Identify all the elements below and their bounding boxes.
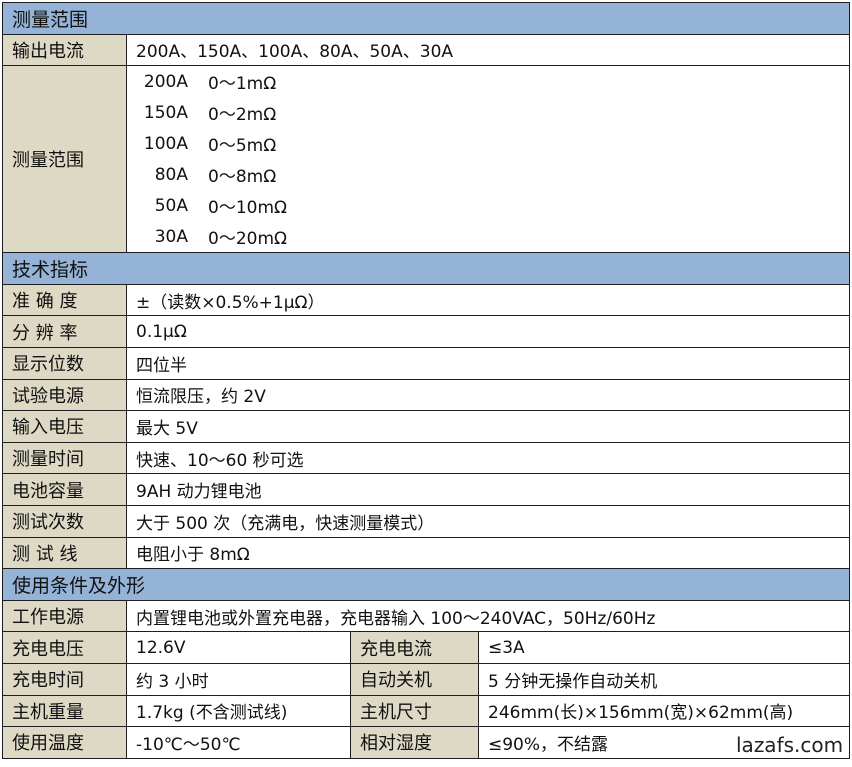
row-label: 充电电流 bbox=[350, 631, 479, 664]
row-label: 电池容量 bbox=[2, 473, 127, 506]
spec-table: 测量范围 输出电流 200A、150A、100A、80A、50A、30A 测量范… bbox=[1, 2, 851, 759]
row-value: ≤3A bbox=[477, 631, 851, 664]
row-label: 测量时间 bbox=[2, 441, 127, 475]
section-title: 技术指标 bbox=[1, 252, 851, 285]
table-row: 主机重量 1.7kg (不含测试线) 主机尺寸 246mm(长)×156mm(宽… bbox=[2, 694, 851, 728]
table-row: 电池容量 9AH 动力锂电池 bbox=[2, 473, 851, 506]
range-current: 50A bbox=[154, 195, 188, 216]
table-row: 显示位数 四位半 bbox=[2, 346, 851, 380]
row-value: 快速、10～60 秒可选 bbox=[125, 441, 851, 475]
range-item: 30A 0～20mΩ bbox=[136, 221, 849, 252]
row-label: 准 确 度 bbox=[2, 283, 127, 317]
table-row: 充电时间 约 3 小时 自动关机 5 分钟无操作自动关机 bbox=[2, 662, 851, 696]
row-value: ±（读数×0.5%+1μΩ） bbox=[125, 283, 851, 317]
row-label: 充电时间 bbox=[2, 662, 127, 696]
row-label: 测试次数 bbox=[2, 504, 127, 538]
row-label: 工作电源 bbox=[2, 599, 127, 633]
row-label: 主机尺寸 bbox=[350, 694, 479, 728]
range-value: 0～10mΩ bbox=[208, 198, 287, 219]
section-title: 测量范围 bbox=[1, 2, 851, 35]
table-row: 准 确 度 ±（读数×0.5%+1μΩ） bbox=[2, 283, 851, 317]
table-row: 输出电流 200A、150A、100A、80A、50A、30A bbox=[2, 33, 851, 67]
row-label: 充电电压 bbox=[2, 631, 127, 664]
row-value: 12.6V bbox=[126, 631, 351, 664]
range-list: 200A 0～1mΩ 150A 0～2mΩ 100A 0～5mΩ 80A 0～8mΩ 5… bbox=[125, 65, 851, 254]
row-label: 显示位数 bbox=[2, 346, 127, 380]
row-value: -10℃～50℃ bbox=[126, 726, 351, 759]
row-label: 自动关机 bbox=[350, 662, 479, 696]
row-value: 大于 500 次（充满电，快速测量模式） bbox=[125, 504, 851, 538]
range-current: 100A bbox=[143, 133, 188, 154]
row-value: 四位半 bbox=[125, 346, 851, 380]
range-item: 200A 0～1mΩ bbox=[136, 67, 849, 98]
row-label: 输出电流 bbox=[2, 33, 127, 67]
row-label: 主机重量 bbox=[2, 694, 127, 728]
row-value: 5 分钟无操作自动关机 bbox=[477, 662, 851, 696]
table-row: 工作电源 内置锂电池或外置充电器，充电器输入 100～240VAC，50Hz/6… bbox=[2, 599, 851, 633]
table-row: 测量时间 快速、10～60 秒可选 bbox=[2, 441, 851, 475]
row-value: 246mm(长)×156mm(宽)×62mm(高) bbox=[477, 694, 851, 728]
table-row: 测 试 线 电阻小于 8mΩ bbox=[2, 536, 851, 570]
range-current: 30A bbox=[154, 226, 188, 247]
range-current: 80A bbox=[154, 164, 188, 185]
section-conditions: 使用条件及外形 bbox=[1, 568, 851, 601]
range-item: 150A 0～2mΩ bbox=[136, 97, 849, 128]
row-value: 约 3 小时 bbox=[126, 662, 351, 696]
row-label: 使用温度 bbox=[2, 726, 127, 759]
row-label: 试验电源 bbox=[2, 378, 127, 412]
row-value: 0.1μΩ bbox=[125, 315, 851, 348]
table-row: 输入电压 最大 5V bbox=[2, 410, 851, 443]
range-item: 80A 0～8mΩ bbox=[136, 159, 849, 190]
row-label: 相对湿度 bbox=[350, 726, 479, 759]
row-label: 输入电压 bbox=[2, 410, 127, 443]
row-value: 1.7kg (不含测试线) bbox=[126, 694, 351, 728]
table-row: 试验电源 恒流限压，约 2V bbox=[2, 378, 851, 412]
table-row: 充电电压 12.6V 充电电流 ≤3A bbox=[2, 631, 851, 664]
table-row: 分 辨 率 0.1μΩ bbox=[2, 315, 851, 348]
section-tech: 技术指标 bbox=[1, 252, 851, 285]
row-value: 恒流限压，约 2V bbox=[125, 378, 851, 412]
range-item: 50A 0～10mΩ bbox=[136, 190, 849, 221]
row-value: 200A、150A、100A、80A、50A、30A bbox=[125, 33, 851, 67]
range-current: 150A bbox=[143, 102, 188, 123]
table-row: 测试次数 大于 500 次（充满电，快速测量模式） bbox=[2, 504, 851, 538]
range-value: 0～8mΩ bbox=[208, 167, 277, 188]
section-measure: 测量范围 bbox=[1, 2, 851, 35]
range-value: 0～1mΩ bbox=[208, 74, 277, 95]
row-label: 分 辨 率 bbox=[2, 315, 127, 348]
row-value: 电阻小于 8mΩ bbox=[125, 536, 851, 570]
range-value: 0～2mΩ bbox=[208, 105, 277, 126]
range-current: 200A bbox=[143, 71, 188, 92]
range-value: 0～20mΩ bbox=[208, 229, 287, 250]
range-item: 100A 0～5mΩ bbox=[136, 128, 849, 159]
watermark: lazafs.com bbox=[734, 733, 846, 757]
row-label: 测 试 线 bbox=[2, 536, 127, 570]
table-row: 测量范围 200A 0～1mΩ 150A 0～2mΩ 100A 0～5mΩ 80A 0～… bbox=[2, 65, 851, 254]
row-value: 9AH 动力锂电池 bbox=[125, 473, 851, 506]
section-title: 使用条件及外形 bbox=[1, 568, 851, 601]
row-value: 最大 5V bbox=[125, 410, 851, 443]
range-value: 0～5mΩ bbox=[208, 136, 277, 157]
row-value: 内置锂电池或外置充电器，充电器输入 100～240VAC，50Hz/60Hz bbox=[125, 599, 851, 633]
table-row: 使用温度 -10℃～50℃ 相对湿度 ≤90%，不结露 bbox=[2, 726, 851, 759]
row-label: 测量范围 bbox=[2, 65, 127, 254]
